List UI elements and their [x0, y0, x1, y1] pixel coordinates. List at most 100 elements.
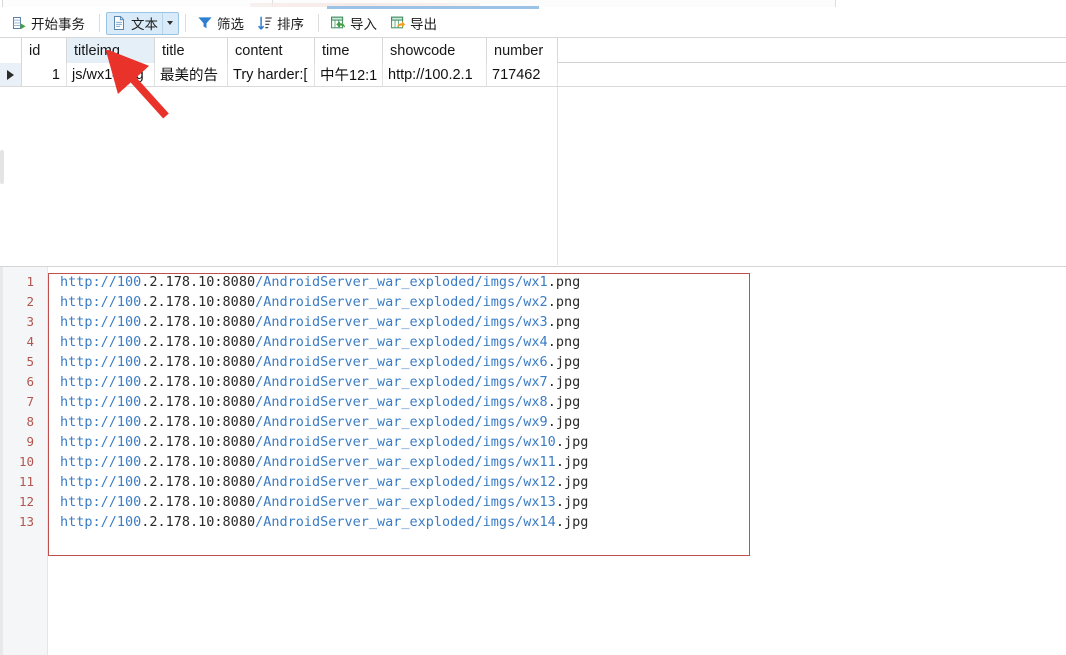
- url-scheme: http://100: [60, 334, 141, 350]
- row-selector-cell[interactable]: [0, 63, 22, 86]
- column-header-content[interactable]: content: [228, 38, 315, 63]
- sort-icon: [257, 15, 273, 31]
- url-ext: .jpg: [556, 474, 589, 490]
- url-ext: .jpg: [548, 414, 581, 430]
- url-path: /AndroidServer_war_exploded/imgs/wx3: [255, 314, 548, 330]
- grid-vertical-scrollbar-thumb[interactable]: [0, 150, 4, 184]
- url-text[interactable]: http://100.2.178.10:8080/AndroidServer_w…: [41, 452, 588, 472]
- column-header-title[interactable]: title: [155, 38, 228, 63]
- column-header-titleimg[interactable]: titleimg: [67, 38, 155, 63]
- url-ext: .png: [548, 294, 581, 310]
- url-scheme: http://100: [60, 294, 141, 310]
- toolbar-button-sort[interactable]: 排序: [252, 12, 312, 35]
- url-path: /AndroidServer_war_exploded/imgs/wx11: [255, 454, 556, 470]
- url-host: .2.178.10:8080: [141, 334, 255, 350]
- url-ext: .jpg: [548, 394, 581, 410]
- url-scheme: http://100: [60, 274, 141, 290]
- top-tab-strip-sliver: [0, 0, 1066, 9]
- url-text[interactable]: http://100.2.178.10:8080/AndroidServer_w…: [41, 292, 580, 312]
- url-path: /AndroidServer_war_exploded/imgs/wx7: [255, 374, 548, 390]
- export-icon: [390, 15, 406, 31]
- url-scheme: http://100: [60, 454, 141, 470]
- line-number: 9: [0, 432, 41, 452]
- url-text[interactable]: http://100.2.178.10:8080/AndroidServer_w…: [41, 492, 588, 512]
- url-text[interactable]: http://100.2.178.10:8080/AndroidServer_w…: [41, 392, 580, 412]
- url-ext: .jpg: [548, 354, 581, 370]
- line-number: 1: [0, 272, 41, 292]
- toolbar-button-label: 导入: [350, 13, 377, 33]
- cell-showcode[interactable]: http://100.2.1: [383, 63, 487, 86]
- list-item: 8http://100.2.178.10:8080/AndroidServer_…: [0, 412, 760, 432]
- url-path: /AndroidServer_war_exploded/imgs/wx8: [255, 394, 548, 410]
- data-grid: idtitleimgtitlecontenttimeshowcodenumber…: [0, 38, 1066, 266]
- list-item: 7http://100.2.178.10:8080/AndroidServer_…: [0, 392, 760, 412]
- toolbar-button-export[interactable]: 导出: [385, 12, 445, 35]
- url-scheme: http://100: [60, 434, 141, 450]
- url-text[interactable]: http://100.2.178.10:8080/AndroidServer_w…: [41, 472, 588, 492]
- url-text[interactable]: http://100.2.178.10:8080/AndroidServer_w…: [41, 412, 580, 432]
- cell-id[interactable]: 1: [22, 63, 67, 86]
- cell-time[interactable]: 中午12:1: [315, 63, 383, 86]
- url-scheme: http://100: [60, 354, 141, 370]
- url-scheme: http://100: [60, 314, 141, 330]
- toolbar-button-filter[interactable]: 筛选: [192, 12, 252, 35]
- line-number: 12: [0, 492, 41, 512]
- cell-titleimg[interactable]: js/wx14.jpg: [67, 63, 155, 86]
- url-text[interactable]: http://100.2.178.10:8080/AndroidServer_w…: [41, 332, 580, 352]
- cell-number[interactable]: 717462: [487, 63, 558, 86]
- url-scheme: http://100: [60, 494, 141, 510]
- url-text[interactable]: http://100.2.178.10:8080/AndroidServer_w…: [41, 512, 588, 532]
- cell-title[interactable]: 最美的告: [155, 63, 228, 86]
- url-path: /AndroidServer_war_exploded/imgs/wx13: [255, 494, 556, 510]
- line-number: 7: [0, 392, 41, 412]
- begin-transaction-icon: [11, 15, 27, 31]
- column-header-number[interactable]: number: [487, 38, 558, 63]
- list-item: 1http://100.2.178.10:8080/AndroidServer_…: [0, 272, 760, 292]
- table-row[interactable]: 1js/wx14.jpg最美的告Try harder:[中午12:1http:/…: [0, 63, 1066, 87]
- toolbar-separator: [318, 14, 319, 32]
- column-header-showcode[interactable]: showcode: [383, 38, 487, 63]
- url-host: .2.178.10:8080: [141, 474, 255, 490]
- url-scheme: http://100: [60, 514, 141, 530]
- url-path: /AndroidServer_war_exploded/imgs/wx9: [255, 414, 548, 430]
- toolbar-button-label: 导出: [410, 13, 437, 33]
- toolbar-separator: [185, 14, 186, 32]
- url-path: /AndroidServer_war_exploded/imgs/wx4: [255, 334, 548, 350]
- url-path: /AndroidServer_war_exploded/imgs/wx1: [255, 274, 548, 290]
- url-path: /AndroidServer_war_exploded/imgs/wx12: [255, 474, 556, 490]
- cell-content[interactable]: Try harder:[: [228, 63, 315, 86]
- url-text[interactable]: http://100.2.178.10:8080/AndroidServer_w…: [41, 432, 588, 452]
- toolbar-button-label: 筛选: [217, 13, 244, 33]
- url-host: .2.178.10:8080: [141, 274, 255, 290]
- toolbar-button-text-file[interactable]: 文本: [106, 12, 179, 35]
- column-header-time[interactable]: time: [315, 38, 383, 63]
- list-item: 4http://100.2.178.10:8080/AndroidServer_…: [0, 332, 760, 352]
- line-number: 11: [0, 472, 41, 492]
- url-ext: .jpg: [556, 494, 589, 510]
- list-item: 13http://100.2.178.10:8080/AndroidServer…: [0, 512, 760, 532]
- url-ext: .jpg: [556, 454, 589, 470]
- url-list: 1http://100.2.178.10:8080/AndroidServer_…: [0, 272, 760, 532]
- chevron-down-icon[interactable]: [162, 13, 176, 34]
- list-item: 6http://100.2.178.10:8080/AndroidServer_…: [0, 372, 760, 392]
- url-text[interactable]: http://100.2.178.10:8080/AndroidServer_w…: [41, 312, 580, 332]
- url-host: .2.178.10:8080: [141, 494, 255, 510]
- import-icon: [330, 15, 346, 31]
- url-host: .2.178.10:8080: [141, 454, 255, 470]
- toolbar-button-begin-transaction[interactable]: 开始事务: [6, 12, 93, 35]
- line-number: 4: [0, 332, 41, 352]
- column-header-id[interactable]: id: [22, 38, 67, 63]
- url-scheme: http://100: [60, 414, 141, 430]
- url-text[interactable]: http://100.2.178.10:8080/AndroidServer_w…: [41, 272, 580, 292]
- main-toolbar: 开始事务文本 筛选排序 导入 导出: [0, 9, 1066, 38]
- grid-corner-cell: [0, 38, 22, 63]
- toolbar-button-import[interactable]: 导入: [325, 12, 385, 35]
- url-host: .2.178.10:8080: [141, 394, 255, 410]
- url-host: .2.178.10:8080: [141, 354, 255, 370]
- url-path: /AndroidServer_war_exploded/imgs/wx6: [255, 354, 548, 370]
- url-text[interactable]: http://100.2.178.10:8080/AndroidServer_w…: [41, 372, 580, 392]
- url-scheme: http://100: [60, 474, 141, 490]
- url-host: .2.178.10:8080: [141, 434, 255, 450]
- url-host: .2.178.10:8080: [141, 294, 255, 310]
- url-text[interactable]: http://100.2.178.10:8080/AndroidServer_w…: [41, 352, 580, 372]
